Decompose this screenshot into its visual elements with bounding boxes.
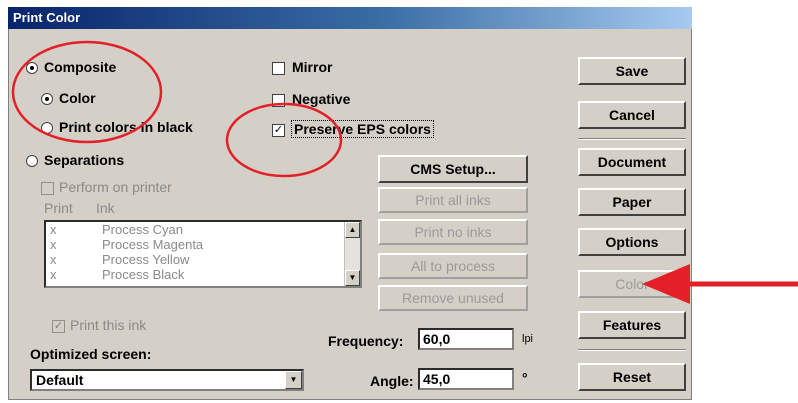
frequency-field[interactable]: 60,0 (418, 328, 514, 350)
scroll-up-arrow-icon[interactable]: ▲ (345, 222, 360, 238)
frequency-unit: lpi (522, 333, 534, 345)
ink-list-header-print: Print (44, 200, 73, 216)
composite-label[interactable]: Composite (44, 59, 116, 75)
composite-radio[interactable] (26, 62, 38, 74)
separations-label[interactable]: Separations (44, 152, 124, 168)
frequency-label: Frequency: (328, 333, 404, 349)
ink-list-item[interactable]: x Process Black (46, 267, 360, 282)
scroll-down-arrow-icon[interactable]: ▼ (345, 270, 360, 286)
ink-list-item[interactable]: x Process Cyan (46, 222, 360, 237)
negative-label[interactable]: Negative (292, 91, 350, 107)
features-button[interactable]: Features (578, 311, 686, 339)
save-button[interactable]: Save (578, 57, 686, 85)
paper-button[interactable]: Paper (578, 188, 686, 216)
perform-on-printer-label: Perform on printer (59, 179, 172, 195)
print-all-inks-button[interactable]: Print all inks (378, 187, 528, 213)
print-this-ink-checkbox[interactable]: ✓ (52, 320, 65, 333)
print-colors-in-black-radio[interactable] (41, 122, 53, 134)
remove-unused-button[interactable]: Remove unused (378, 285, 528, 311)
ink-list[interactable]: x Process Cyan x Process Magenta x Process … (44, 220, 362, 288)
perform-on-printer-checkbox[interactable] (41, 182, 54, 195)
print-colors-in-black-label[interactable]: Print colors in black (59, 119, 193, 135)
cms-setup-button[interactable]: CMS Setup... (378, 155, 528, 183)
button-separator (578, 138, 686, 140)
dialog-title: Print Color (8, 7, 692, 29)
print-no-inks-button[interactable]: Print no inks (378, 219, 528, 245)
preserve-eps-colors-label[interactable]: Preserve EPS colors (291, 120, 434, 138)
mirror-checkbox[interactable] (272, 62, 285, 75)
optimized-screen-label: Optimized screen: (30, 346, 152, 362)
optimized-screen-value: Default (36, 372, 84, 388)
separations-radio[interactable] (26, 155, 38, 167)
ink-list-header-ink: Ink (96, 200, 115, 216)
angle-field[interactable]: 45,0 (418, 368, 514, 390)
all-to-process-button[interactable]: All to process (378, 253, 528, 279)
document-button[interactable]: Document (578, 148, 686, 176)
cancel-button[interactable]: Cancel (578, 101, 686, 129)
angle-unit: ° (522, 370, 528, 386)
color-radio[interactable] (41, 93, 53, 105)
ink-list-item[interactable]: x Process Yellow (46, 252, 360, 267)
mirror-label[interactable]: Mirror (292, 59, 332, 75)
preserve-eps-colors-checkbox[interactable]: ✓ (272, 124, 285, 137)
options-button[interactable]: Options (578, 228, 686, 256)
ink-list-item[interactable]: x Process Magenta (46, 237, 360, 252)
color-label[interactable]: Color (59, 90, 96, 106)
negative-checkbox[interactable] (272, 94, 285, 107)
button-separator (578, 349, 686, 351)
chevron-down-icon[interactable]: ▼ (285, 371, 302, 389)
optimized-screen-select[interactable]: Default ▼ (30, 369, 304, 391)
reset-button[interactable]: Reset (578, 363, 686, 391)
print-this-ink-label: Print this ink (70, 317, 147, 333)
color-button[interactable]: Color (578, 270, 686, 298)
angle-label: Angle: (370, 373, 414, 389)
ink-list-scrollbar[interactable]: ▲ ▼ (344, 222, 360, 286)
